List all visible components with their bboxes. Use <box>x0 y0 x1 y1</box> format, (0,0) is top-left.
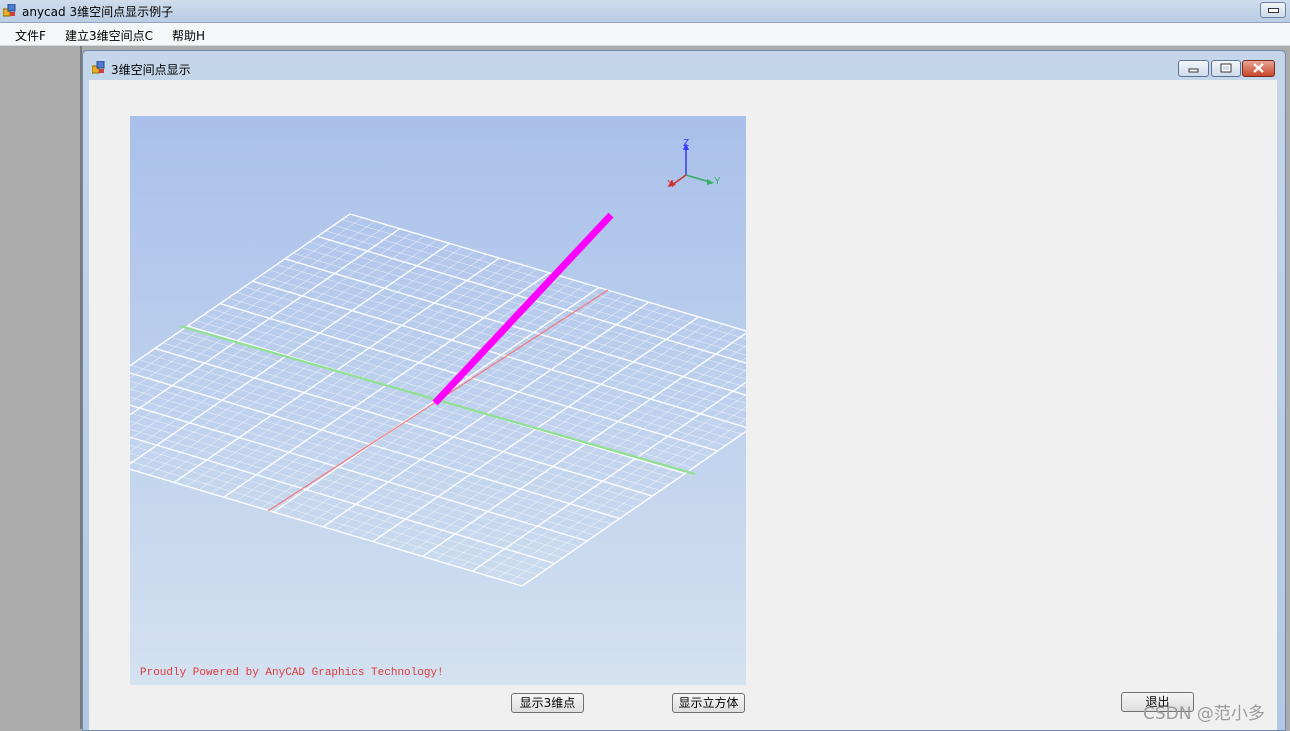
y-axis-label: Y <box>714 176 721 187</box>
child-window-title: 3维空间点显示 <box>111 63 191 77</box>
app-restore-button[interactable] <box>1260 2 1286 18</box>
minimize-icon <box>1188 68 1199 73</box>
show-3d-points-button[interactable]: 显示3维点 <box>511 693 584 713</box>
menu-create-3d-point[interactable]: 建立3维空间点C <box>65 27 153 44</box>
maximize-icon <box>1220 63 1232 73</box>
app-icon <box>3 4 16 17</box>
z-axis-label: Z <box>683 138 689 149</box>
child-window: 3维空间点显示 Z Y X Proudly Powered by AnyCAD … <box>82 50 1286 731</box>
menu-bar: 文件F 建立3维空间点C 帮助H <box>0 23 1290 46</box>
powered-by-footer: Proudly Powered by AnyCAD Graphics Techn… <box>140 667 444 679</box>
x-axis-label: X <box>667 179 674 190</box>
child-window-icon <box>92 61 105 74</box>
app-title: anycad 3维空间点显示例子 <box>22 5 174 19</box>
app-titlebar: anycad 3维空间点显示例子 <box>0 0 1290 23</box>
viewport-canvas[interactable]: Z Y X Proudly Powered by AnyCAD Graphics… <box>130 116 746 685</box>
restore-icon <box>1268 8 1279 13</box>
close-icon <box>1253 63 1264 73</box>
close-button[interactable] <box>1242 60 1275 77</box>
menu-help[interactable]: 帮助H <box>172 27 205 44</box>
maximize-button[interactable] <box>1211 60 1241 77</box>
child-client-area: Z Y X Proudly Powered by AnyCAD Graphics… <box>89 80 1277 730</box>
watermark: CSDN @范小多 <box>1143 704 1265 724</box>
minimize-button[interactable] <box>1178 60 1209 77</box>
child-titlebar[interactable]: 3维空间点显示 <box>83 51 1285 79</box>
3d-viewport[interactable]: Z Y X Proudly Powered by AnyCAD Graphics… <box>130 116 746 685</box>
menu-file[interactable]: 文件F <box>15 27 46 44</box>
show-cube-button[interactable]: 显示立方体 <box>672 693 745 713</box>
